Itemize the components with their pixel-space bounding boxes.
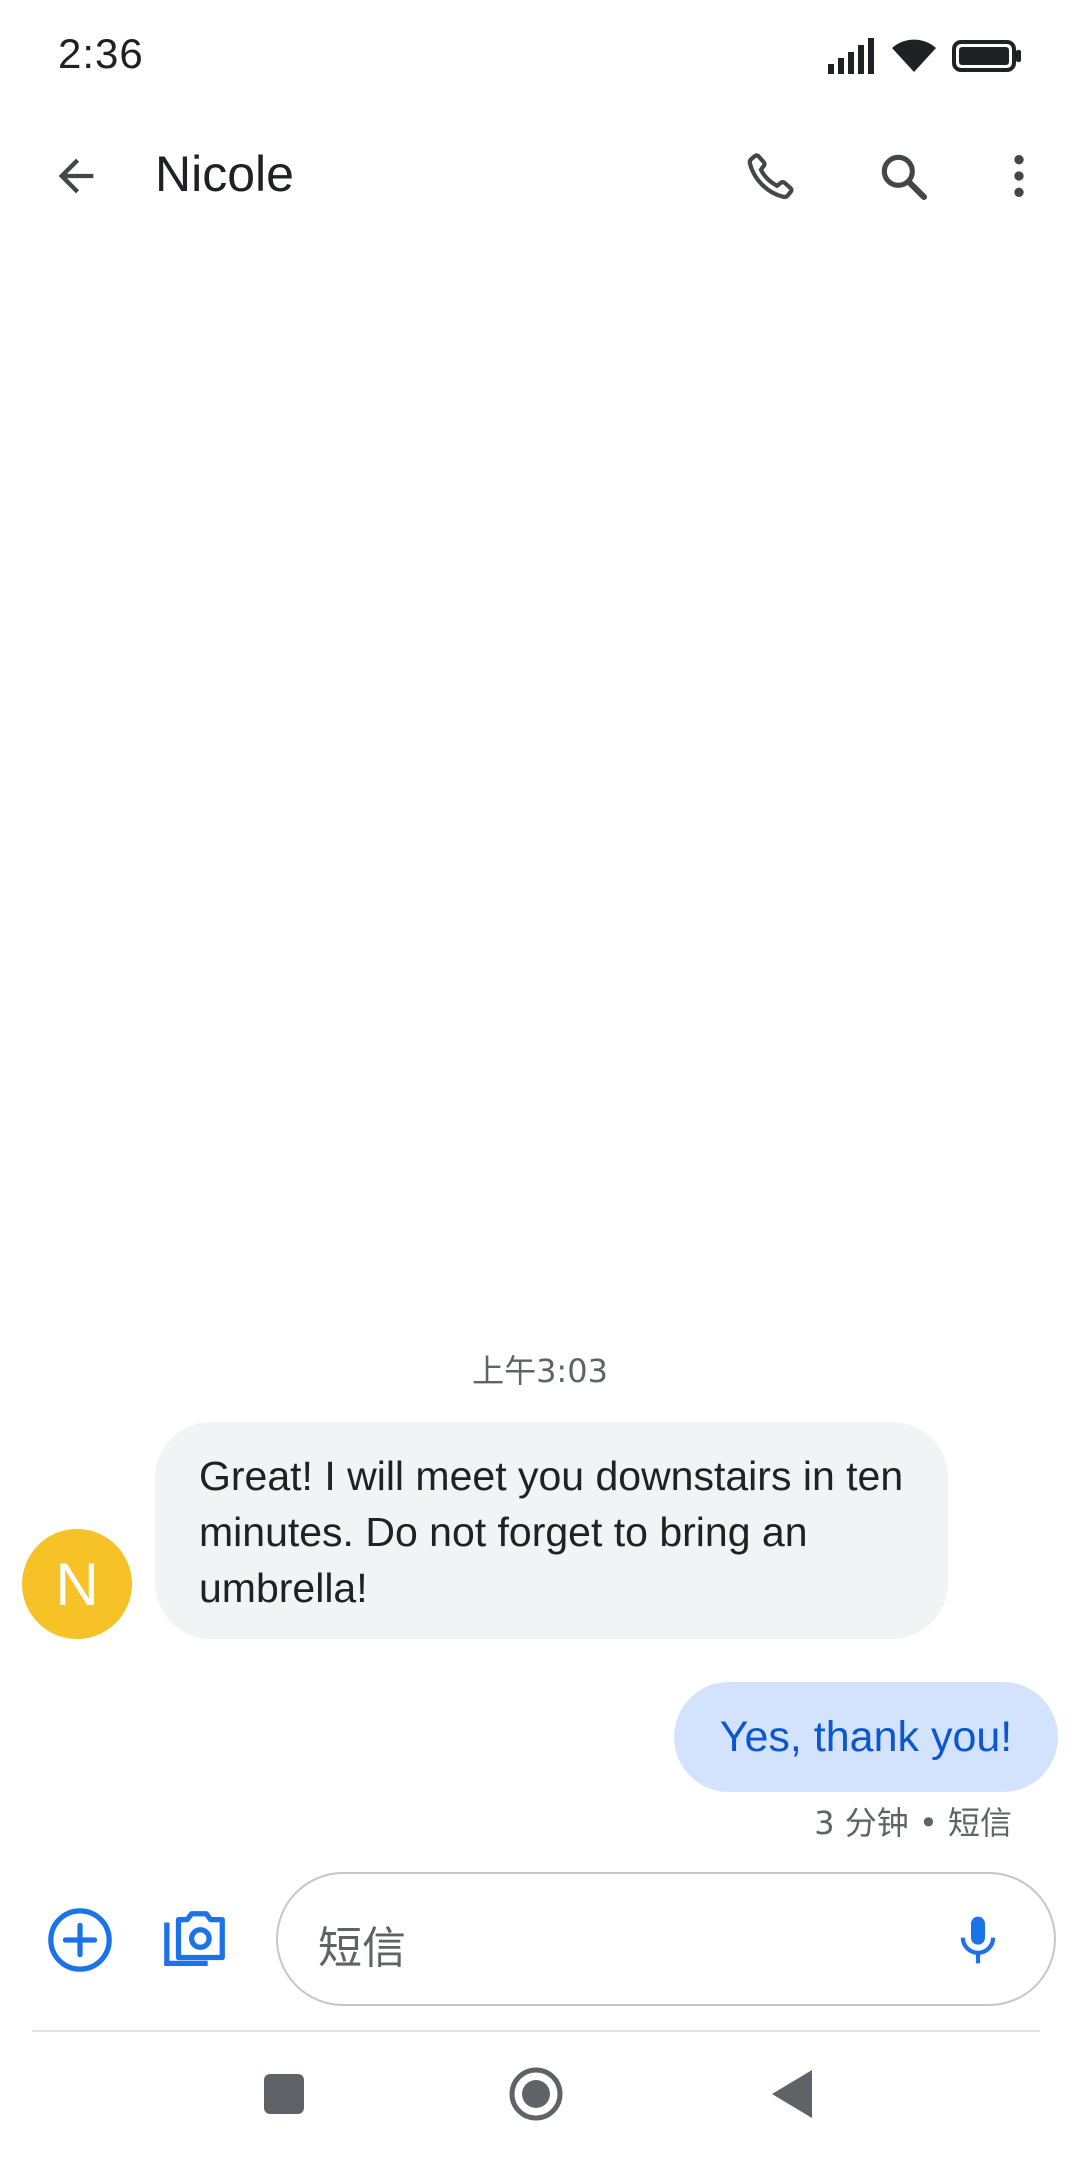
contact-avatar[interactable]: N xyxy=(22,1529,132,1639)
gallery-camera-button[interactable] xyxy=(158,1902,234,1978)
outgoing-message-bubble[interactable]: Yes, thank you! xyxy=(674,1682,1058,1792)
status-time: 2:36 xyxy=(58,30,144,77)
signal-icon xyxy=(828,38,874,74)
search-icon xyxy=(881,154,928,201)
outgoing-message-text: Yes, thank you! xyxy=(719,1712,1013,1761)
compose-bar: 短信 xyxy=(0,1870,1080,2010)
message-input[interactable]: 短信 xyxy=(276,1872,1056,2006)
system-nav-bar xyxy=(0,2040,1080,2160)
battery-icon xyxy=(952,40,1021,72)
more-vert-icon xyxy=(1014,155,1024,197)
message-status: 3 分钟 • 短信 xyxy=(814,1804,1012,1842)
status-icons xyxy=(828,36,1022,76)
more-options-button[interactable] xyxy=(983,140,1055,212)
attach-button[interactable] xyxy=(42,1902,118,1978)
divider xyxy=(32,2030,1040,2032)
system-back-button[interactable] xyxy=(766,2066,822,2122)
recents-button[interactable] xyxy=(264,2074,304,2114)
message-input-placeholder: 短信 xyxy=(318,1923,406,1974)
message-timestamp: 上午3:03 xyxy=(472,1352,608,1390)
camera-gallery-icon xyxy=(164,1911,225,1966)
status-bar: 2:36 xyxy=(0,0,1080,112)
phone-icon xyxy=(747,153,794,200)
incoming-message-bubble[interactable]: Great! I will meet you downstairs in ten… xyxy=(155,1422,948,1639)
voice-input-button[interactable] xyxy=(942,1904,1014,1976)
wifi-icon xyxy=(892,39,936,72)
arrow-back-icon xyxy=(58,158,94,194)
add-circle-icon xyxy=(48,1908,112,1972)
back-button[interactable] xyxy=(40,140,112,212)
app-bar: Nicole xyxy=(0,112,1080,236)
search-button[interactable] xyxy=(867,140,939,212)
conversation-title: Nicole xyxy=(155,146,294,202)
home-button[interactable] xyxy=(508,2066,564,2122)
mic-icon xyxy=(960,1916,996,1964)
call-button[interactable] xyxy=(735,140,807,212)
